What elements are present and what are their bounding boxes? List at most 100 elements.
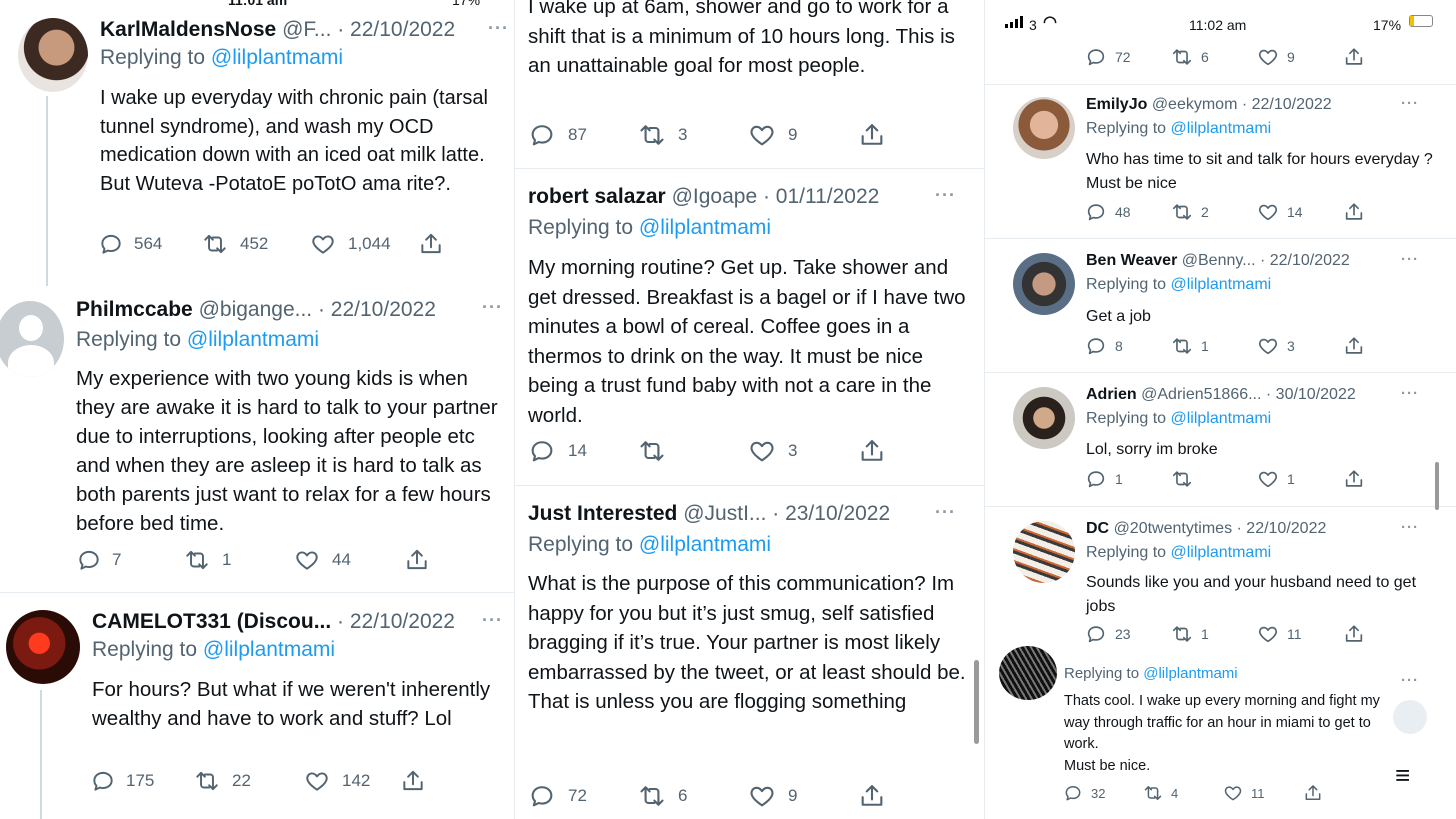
- avatar[interactable]: [1013, 521, 1075, 583]
- mention-link[interactable]: @lilplantmami: [187, 328, 319, 351]
- retweet-button[interactable]: 1: [1171, 335, 1257, 357]
- like-button[interactable]: 3: [1257, 335, 1343, 357]
- avatar[interactable]: [6, 610, 80, 684]
- retweet-button[interactable]: 4: [1143, 783, 1223, 803]
- avatar[interactable]: [18, 18, 88, 92]
- retweet-button[interactable]: 3: [638, 121, 748, 149]
- retweet-button[interactable]: 452: [202, 231, 310, 257]
- retweet-button[interactable]: [1171, 468, 1257, 490]
- author-name[interactable]: EmilyJo: [1086, 96, 1147, 113]
- tweet[interactable]: KarlMaldensNose @F... · 22/10/2022 ··· R…: [0, 0, 514, 286]
- like-button[interactable]: 9: [748, 121, 858, 149]
- like-button[interactable]: 1,044: [310, 231, 418, 257]
- like-button[interactable]: 14: [1257, 201, 1343, 223]
- avatar[interactable]: [0, 301, 64, 377]
- more-icon[interactable]: ···: [1401, 519, 1419, 536]
- retweet-button[interactable]: 22: [194, 768, 304, 794]
- more-icon[interactable]: ···: [1401, 672, 1419, 689]
- more-icon[interactable]: ···: [1401, 251, 1419, 268]
- reply-button[interactable]: 72: [528, 782, 638, 810]
- like-button[interactable]: 9: [1257, 46, 1343, 68]
- retweet-button[interactable]: 1: [1171, 623, 1257, 645]
- like-button[interactable]: 11: [1223, 783, 1303, 803]
- tweet[interactable]: I wake up at 6am, shower and go to work …: [515, 0, 984, 168]
- more-icon[interactable]: ···: [482, 610, 503, 631]
- avatar[interactable]: [1013, 387, 1075, 449]
- retweet-button[interactable]: 6: [1171, 46, 1257, 68]
- reply-button[interactable]: 7: [76, 547, 184, 573]
- share-button[interactable]: [1343, 201, 1365, 223]
- retweet-button[interactable]: [638, 437, 748, 465]
- tweet[interactable]: CAMELOT331 (Discou... · 22/10/2022 ··· R…: [0, 594, 514, 819]
- tweet[interactable]: DC @20twentytimes · 22/10/2022 ··· Reply…: [985, 507, 1456, 657]
- mention-link[interactable]: @lilplantmami: [1143, 665, 1237, 682]
- reply-button[interactable]: 32: [1063, 783, 1143, 803]
- author-name[interactable]: CAMELOT331 (Discou...: [92, 610, 331, 633]
- like-button[interactable]: 3: [748, 437, 858, 465]
- like-button[interactable]: 9: [748, 782, 858, 810]
- author-name[interactable]: Ben Weaver: [1086, 252, 1177, 269]
- author-name[interactable]: KarlMaldensNose: [100, 18, 276, 41]
- share-button[interactable]: [400, 768, 426, 794]
- more-icon[interactable]: ···: [482, 297, 503, 318]
- share-button[interactable]: [1343, 468, 1365, 490]
- more-icon[interactable]: ···: [488, 18, 509, 39]
- reply-button[interactable]: 1: [1085, 468, 1171, 490]
- author-name[interactable]: DC: [1086, 520, 1109, 537]
- reply-button[interactable]: 175: [90, 768, 194, 794]
- mention-link[interactable]: @lilplantmami: [1171, 120, 1272, 137]
- tweet[interactable]: robert salazar @Igoape · 01/11/2022 ··· …: [515, 169, 984, 485]
- share-button[interactable]: [404, 547, 430, 573]
- reply-button[interactable]: 14: [528, 437, 638, 465]
- mention-link[interactable]: @lilplantmami: [211, 46, 343, 69]
- like-button[interactable]: 142: [304, 768, 400, 794]
- share-button[interactable]: [418, 231, 444, 257]
- reply-button[interactable]: 8: [1085, 335, 1171, 357]
- share-button[interactable]: [858, 782, 886, 810]
- avatar[interactable]: [999, 646, 1057, 700]
- share-button[interactable]: [1343, 335, 1365, 357]
- reply-button[interactable]: 72: [1085, 46, 1171, 68]
- avatar[interactable]: [1013, 97, 1075, 159]
- tweet[interactable]: Philmccabe @bigange... · 22/10/2022 ··· …: [0, 285, 514, 590]
- more-icon[interactable]: ···: [935, 185, 956, 206]
- reply-button[interactable]: 87: [528, 121, 638, 149]
- avatar[interactable]: [1013, 253, 1075, 315]
- mention-link[interactable]: @lilplantmami: [639, 216, 771, 239]
- tweet[interactable]: Just Interested @JustI... · 23/10/2022 ·…: [515, 486, 984, 819]
- more-icon[interactable]: ···: [1401, 385, 1419, 402]
- retweet-button[interactable]: 1: [184, 547, 294, 573]
- like-button[interactable]: 1: [1257, 468, 1343, 490]
- scrollbar[interactable]: [1435, 462, 1439, 510]
- author-name[interactable]: Just Interested: [528, 502, 677, 525]
- author-name[interactable]: Philmccabe: [76, 298, 193, 321]
- tweet[interactable]: EmilyJo @eekymom · 22/10/2022 ··· Replyi…: [985, 85, 1456, 238]
- share-button[interactable]: [1303, 783, 1323, 803]
- more-icon[interactable]: ···: [935, 502, 956, 523]
- menu-icon[interactable]: ≡: [1395, 760, 1410, 791]
- reply-button[interactable]: 48: [1085, 201, 1171, 223]
- author-name[interactable]: Adrien: [1086, 386, 1137, 403]
- mention-link[interactable]: @lilplantmami: [1171, 410, 1272, 427]
- tweet[interactable]: Adrien @Adrien51866... · 30/10/2022 ··· …: [985, 373, 1456, 506]
- retweet-button[interactable]: 6: [638, 782, 748, 810]
- mention-link[interactable]: @lilplantmami: [203, 638, 335, 661]
- tweet[interactable]: Replying to @lilplantmami Thats cool. I …: [985, 646, 1456, 819]
- mention-link[interactable]: @lilplantmami: [639, 533, 771, 556]
- compose-button[interactable]: [1393, 700, 1427, 734]
- like-button[interactable]: 11: [1257, 623, 1343, 645]
- share-button[interactable]: [1343, 46, 1365, 68]
- more-icon[interactable]: ···: [1401, 95, 1419, 112]
- mention-link[interactable]: @lilplantmami: [1171, 544, 1272, 561]
- share-button[interactable]: [858, 121, 886, 149]
- share-button[interactable]: [858, 437, 886, 465]
- tweet[interactable]: Ben Weaver @Benny... · 22/10/2022 ··· Re…: [985, 239, 1456, 372]
- like-button[interactable]: 44: [294, 547, 404, 573]
- retweet-button[interactable]: 2: [1171, 201, 1257, 223]
- reply-button[interactable]: 23: [1085, 623, 1171, 645]
- share-button[interactable]: [1343, 623, 1365, 645]
- reply-button[interactable]: 564: [98, 231, 202, 257]
- author-name[interactable]: robert salazar: [528, 185, 666, 208]
- mention-link[interactable]: @lilplantmami: [1171, 276, 1272, 293]
- scrollbar[interactable]: [974, 660, 979, 744]
